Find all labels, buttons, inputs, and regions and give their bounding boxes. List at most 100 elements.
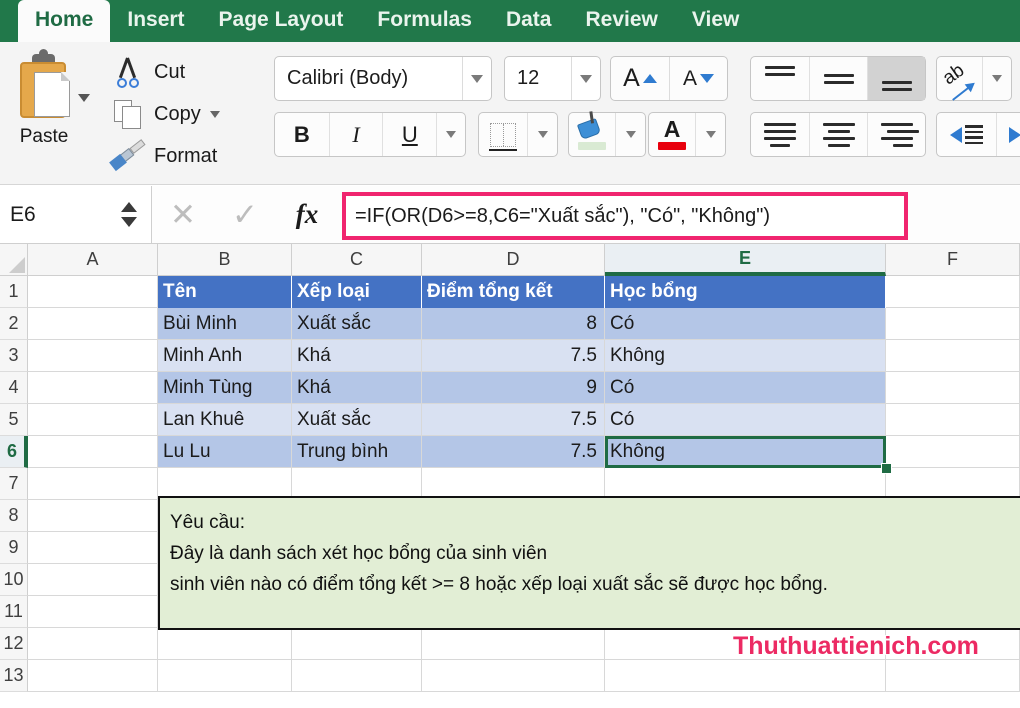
table-row[interactable]: Có (605, 372, 886, 404)
name-box[interactable]: E6 (0, 186, 152, 243)
row-header-11[interactable]: 11 (0, 596, 28, 628)
cell-F13[interactable] (886, 660, 1020, 692)
ribbon-tab-insert[interactable]: Insert (110, 0, 201, 42)
name-box-spinner[interactable] (121, 202, 151, 227)
table-row[interactable]: 7.5 (422, 340, 605, 372)
increase-indent-button[interactable] (995, 113, 1020, 156)
cell-A10[interactable] (28, 564, 158, 596)
table-row[interactable]: Minh Anh (158, 340, 292, 372)
cell-E13[interactable] (605, 660, 886, 692)
align-right-button[interactable] (867, 113, 925, 156)
cell-F2[interactable] (886, 308, 1020, 340)
column-header-E[interactable]: E (605, 244, 886, 276)
align-middle-button[interactable] (809, 57, 867, 100)
cell-B13[interactable] (158, 660, 292, 692)
select-all-corner[interactable] (0, 244, 28, 276)
fill-color-button[interactable] (568, 112, 646, 157)
column-header-A[interactable]: A (28, 244, 158, 276)
copy-dropdown-caret-icon[interactable] (209, 110, 220, 118)
row-header-5[interactable]: 5 (0, 404, 28, 436)
table-header-4[interactable]: Học bổng (605, 276, 886, 308)
column-header-F[interactable]: F (886, 244, 1020, 276)
column-header-C[interactable]: C (292, 244, 422, 276)
ribbon-tab-view[interactable]: View (675, 0, 756, 42)
row-header-7[interactable]: 7 (0, 468, 28, 500)
font-size-caret-icon[interactable] (572, 57, 600, 100)
borders-button[interactable] (478, 112, 558, 157)
cell-A12[interactable] (28, 628, 158, 660)
cell-F3[interactable] (886, 340, 1020, 372)
table-row[interactable]: 7.5 (422, 436, 605, 468)
fill-color-dropdown-caret-icon[interactable] (615, 113, 645, 156)
font-name-combobox[interactable]: Calibri (Body) (274, 56, 492, 101)
row-header-12[interactable]: 12 (0, 628, 28, 660)
row-header-2[interactable]: 2 (0, 308, 28, 340)
table-row[interactable]: Có (605, 404, 886, 436)
cut-button[interactable]: Cut (108, 54, 185, 90)
cell-F4[interactable] (886, 372, 1020, 404)
cell-F1[interactable] (886, 276, 1020, 308)
table-header-1[interactable]: Tên (158, 276, 292, 308)
bold-button[interactable]: B (275, 113, 329, 156)
align-top-button[interactable] (751, 57, 809, 100)
table-header-2[interactable]: Xếp loại (292, 276, 422, 308)
table-row[interactable]: 9 (422, 372, 605, 404)
align-center-button[interactable] (809, 113, 867, 156)
spinner-down-icon[interactable] (121, 217, 137, 227)
cell-F6[interactable] (886, 436, 1020, 468)
row-header-10[interactable]: 10 (0, 564, 28, 596)
ribbon-tab-formulas[interactable]: Formulas (360, 0, 489, 42)
ribbon-tab-home[interactable]: Home (18, 0, 111, 42)
table-row[interactable]: Không (605, 436, 886, 468)
fill-handle[interactable] (881, 463, 892, 474)
cell-A9[interactable] (28, 532, 158, 564)
table-row[interactable]: Xuất sắc (292, 404, 422, 436)
table-row[interactable]: 7.5 (422, 404, 605, 436)
row-header-1[interactable]: 1 (0, 276, 28, 308)
ribbon-tab-data[interactable]: Data (489, 0, 569, 42)
decrease-indent-button[interactable] (937, 113, 996, 156)
align-bottom-button[interactable] (867, 57, 925, 100)
table-row[interactable]: Khá (292, 340, 422, 372)
table-row[interactable]: Không (605, 340, 886, 372)
cell-D12[interactable] (422, 628, 605, 660)
column-header-B[interactable]: B (158, 244, 292, 276)
cell-F5[interactable] (886, 404, 1020, 436)
font-size-combobox[interactable]: 12 (504, 56, 601, 101)
cell-C13[interactable] (292, 660, 422, 692)
orientation-dropdown-caret-icon[interactable] (981, 57, 1011, 100)
insert-function-icon[interactable]: fx (276, 199, 338, 230)
cell-A13[interactable] (28, 660, 158, 692)
row-header-13[interactable]: 13 (0, 660, 28, 692)
row-header-9[interactable]: 9 (0, 532, 28, 564)
cell-A8[interactable] (28, 500, 158, 532)
font-name-caret-icon[interactable] (463, 57, 491, 100)
cell-D13[interactable] (422, 660, 605, 692)
align-left-button[interactable] (751, 113, 809, 156)
table-row[interactable]: Bùi Minh (158, 308, 292, 340)
text-orientation-button[interactable]: ab (936, 56, 1012, 101)
cell-A2[interactable] (28, 308, 158, 340)
ribbon-tab-review[interactable]: Review (568, 0, 674, 42)
table-row[interactable]: Xuất sắc (292, 308, 422, 340)
table-row[interactable]: 8 (422, 308, 605, 340)
copy-button[interactable]: Copy (108, 96, 220, 132)
table-row[interactable]: Lan Khuê (158, 404, 292, 436)
grow-font-button[interactable]: A (611, 57, 669, 100)
italic-button[interactable]: I (328, 113, 383, 156)
font-color-button[interactable]: A (648, 112, 726, 157)
format-painter-button[interactable]: Format (108, 138, 217, 174)
cell-A1[interactable] (28, 276, 158, 308)
formula-input[interactable]: =IF(OR(D6>=8,C6="Xuất sắc"), "Có", "Khôn… (342, 192, 908, 240)
borders-dropdown-caret-icon[interactable] (527, 113, 557, 156)
cancel-formula-icon[interactable]: ✕ (152, 199, 214, 230)
paste-dropdown-caret-icon[interactable] (78, 94, 90, 102)
spinner-up-icon[interactable] (121, 202, 137, 212)
table-row[interactable]: Lu Lu (158, 436, 292, 468)
cell-A5[interactable] (28, 404, 158, 436)
shrink-font-button[interactable]: A (668, 57, 727, 100)
row-header-3[interactable]: 3 (0, 340, 28, 372)
cell-A4[interactable] (28, 372, 158, 404)
row-header-4[interactable]: 4 (0, 372, 28, 404)
ribbon-tab-page-layout[interactable]: Page Layout (202, 0, 361, 42)
